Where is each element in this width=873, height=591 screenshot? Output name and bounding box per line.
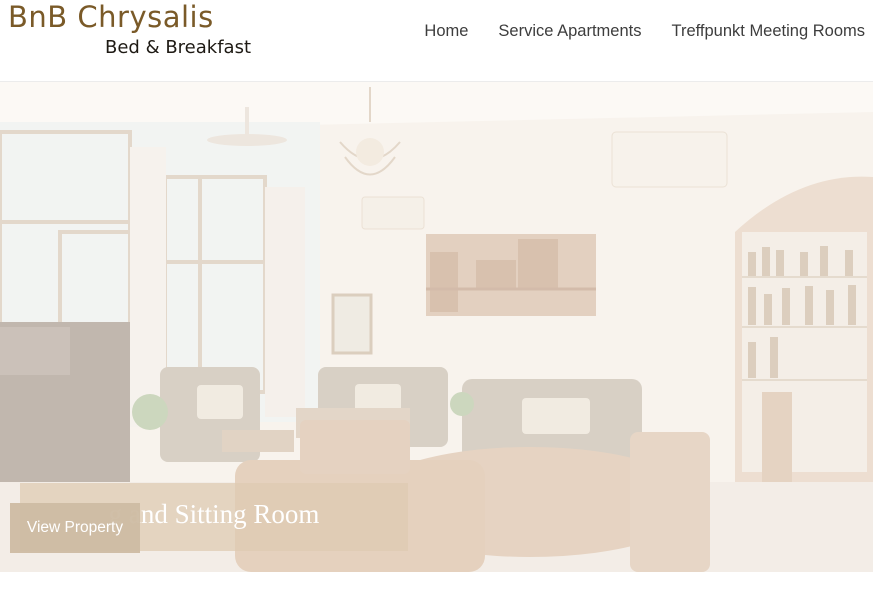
main-nav: Home Service Apartments Treffpunkt Meeti…: [424, 20, 865, 42]
nav-item-home[interactable]: Home: [424, 20, 468, 42]
nav-item-service-apartments[interactable]: Service Apartments: [498, 20, 641, 42]
hero-slider: g and Sitting Room View Property: [0, 82, 873, 572]
site-header: BnB Chrysalis Bed & Breakfast Home Servi…: [0, 0, 873, 82]
page-bottom-space: [0, 572, 873, 591]
logo-title: BnB Chrysalis: [8, 0, 214, 34]
view-property-button[interactable]: View Property: [10, 503, 140, 553]
page: BnB Chrysalis Bed & Breakfast Home Servi…: [0, 0, 873, 591]
nav-item-meeting-rooms[interactable]: Treffpunkt Meeting Rooms: [671, 20, 865, 42]
logo-subtitle: Bed & Breakfast: [105, 37, 252, 58]
site-logo[interactable]: BnB Chrysalis Bed & Breakfast: [8, 0, 268, 70]
